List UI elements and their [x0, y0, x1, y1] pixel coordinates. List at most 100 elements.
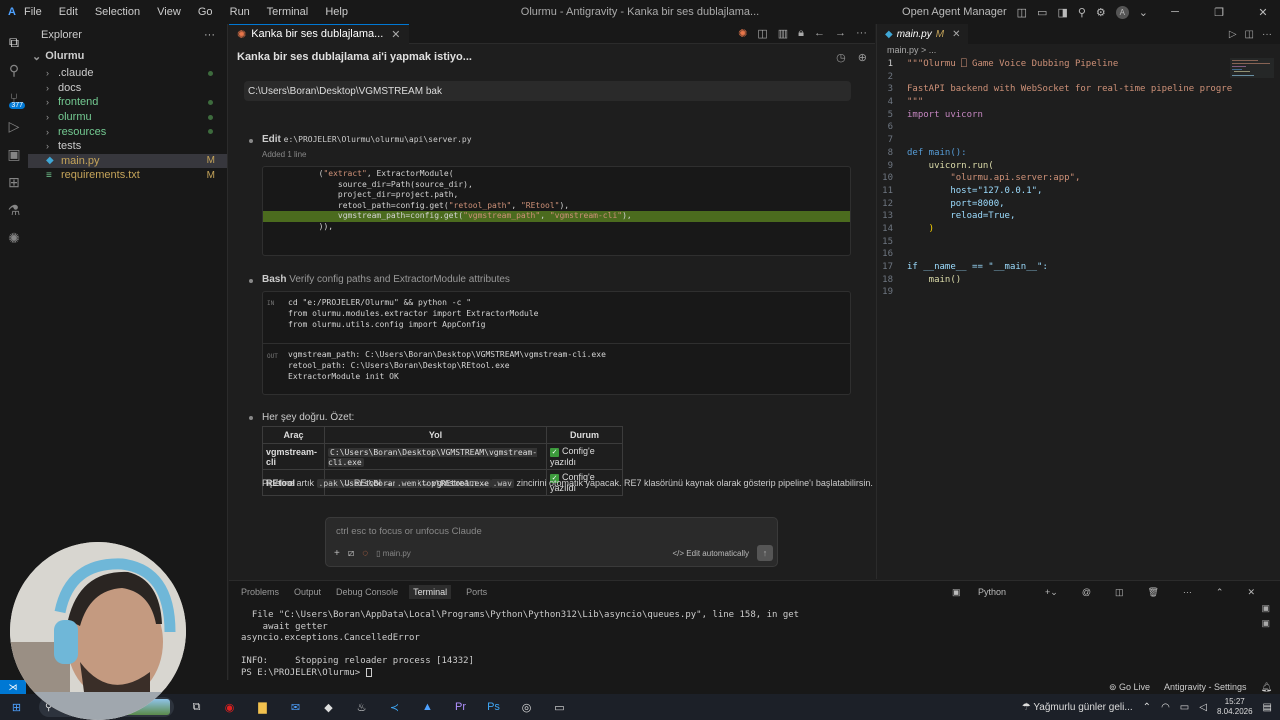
terminal-tab-shell-icon[interactable]: ▣ — [1261, 618, 1270, 629]
clock[interactable]: 15:27 8.04.2026 — [1217, 697, 1253, 717]
edit-file-path[interactable]: e:\PROJELER\Olurmu\olurmu\api\server.py — [284, 135, 472, 144]
split-editor-icon[interactable]: ◫ — [757, 27, 767, 40]
remote-indicator-icon[interactable]: ⋊ — [0, 680, 26, 694]
code-lines[interactable]: 1 """Olurmu ⎕ Game Voice Dubbing Pipeline… — [877, 56, 1280, 299]
more-actions-icon[interactable]: ··· — [1262, 29, 1272, 40]
close-window-button[interactable]: ✕ — [1246, 6, 1280, 19]
terminal-app-icon[interactable]: ▭ — [543, 694, 576, 720]
weather-widget[interactable]: ☂ Yağmurlu günler geli... — [1022, 702, 1133, 713]
maximize-panel-icon[interactable]: ⌃ — [1216, 587, 1224, 598]
notifications-bell-icon[interactable]: 🔔︎ — [1261, 682, 1272, 693]
claude-icon[interactable]: ✺ — [0, 224, 28, 252]
premiere-icon[interactable]: Pr — [444, 694, 477, 720]
new-terminal-icon[interactable]: +⌄ — [1045, 587, 1058, 598]
source-control-icon[interactable]: ⑂ 377 — [0, 84, 28, 112]
minimize-button[interactable]: ─ — [1158, 6, 1192, 18]
split-editor-icon[interactable]: ◫ — [1245, 29, 1254, 40]
sidebar-toggle-icon[interactable]: ◨ — [1057, 6, 1067, 19]
menu-terminal[interactable]: Terminal — [267, 6, 309, 18]
extensions-icon[interactable]: ⊞ — [0, 168, 28, 196]
menu-edit[interactable]: Edit — [59, 6, 78, 18]
claude-icon[interactable]: ✺ — [738, 27, 747, 40]
menu-help[interactable]: Help — [325, 6, 348, 18]
wifi-icon[interactable]: ◠ — [1161, 702, 1170, 713]
menu-selection[interactable]: Selection — [95, 6, 140, 18]
chat-input-placeholder[interactable]: ctrl esc to focus or unfocus Claude — [336, 526, 482, 537]
opera-icon[interactable]: ◉ — [213, 694, 246, 720]
tree-item-resources[interactable]: › resources — [28, 124, 227, 139]
more-actions-icon[interactable]: ··· — [856, 27, 867, 40]
tree-item-docs[interactable]: › docs — [28, 81, 227, 96]
avatar[interactable]: A — [1115, 5, 1129, 19]
windows-start-icon[interactable]: ⊞ — [0, 694, 33, 720]
more-actions-icon[interactable]: ··· — [1183, 587, 1192, 598]
at-icon[interactable]: @ — [1082, 587, 1091, 598]
terminal-shell-selector[interactable]: ▣ Python — [952, 587, 1021, 598]
lock-icon[interactable]: 🔒︎ — [798, 27, 804, 40]
tree-item-claude[interactable]: › .claude — [28, 66, 227, 81]
agent-manager-button[interactable]: Open Agent Manager — [902, 6, 1007, 18]
menu-file[interactable]: File — [24, 6, 42, 18]
chevron-down-icon[interactable]: ⌄ — [1139, 6, 1148, 19]
tab-terminal[interactable]: Terminal — [409, 585, 452, 599]
tree-item-requirements[interactable]: ≡ requirements.txt M — [28, 168, 227, 183]
vscode-icon[interactable]: ≺ — [378, 694, 411, 720]
close-panel-icon[interactable]: ✕ — [1247, 587, 1255, 598]
edit-step-header[interactable]: Edit e:\PROJELER\Olurmu\olurmu\api\serve… — [262, 134, 472, 145]
tree-item-main-py[interactable]: ◆ main.py M — [28, 153, 227, 169]
tab-output[interactable]: Output — [294, 587, 321, 597]
terminal-output[interactable]: File "C:\Users\Boran\AppData\Local\Progr… — [229, 603, 1280, 679]
maximize-button[interactable]: ❐ — [1202, 6, 1236, 19]
tray-chevron-icon[interactable]: ⌃ — [1143, 702, 1151, 713]
close-icon[interactable]: ✕ — [952, 29, 960, 40]
notification-center-icon[interactable]: ▤ — [1263, 702, 1272, 713]
settings-status-item[interactable]: Antigravity - Settings — [1164, 682, 1247, 693]
testing-icon[interactable]: ⚗ — [0, 196, 28, 224]
battery-icon[interactable]: ▭ — [1180, 702, 1189, 713]
file-explorer-icon[interactable]: ▇ — [246, 694, 279, 720]
send-button[interactable]: ↑ — [757, 545, 773, 561]
back-arrow-icon[interactable]: ← — [814, 27, 825, 40]
chat-input-box[interactable]: ctrl esc to focus or unfocus Claude + ⧄ … — [325, 517, 778, 567]
tab-ports[interactable]: Ports — [466, 587, 487, 597]
add-icon[interactable]: + — [334, 548, 340, 559]
menu-view[interactable]: View — [157, 6, 181, 18]
terminal-prompt-line[interactable]: PS E:\PROJELER\Olurmu> — [229, 667, 1280, 680]
remote-explorer-icon[interactable]: ▣ — [0, 140, 28, 168]
history-icon[interactable]: ◷ — [836, 51, 846, 64]
mail-icon[interactable]: ✉ — [279, 694, 312, 720]
settings-gear-icon[interactable]: ⚙ — [1096, 6, 1106, 19]
minimap[interactable] — [1230, 58, 1274, 78]
volume-icon[interactable]: ◁ — [1199, 702, 1207, 713]
terminal-tab-python-icon[interactable]: ▣ — [1261, 603, 1270, 614]
close-icon[interactable]: ✕ — [391, 28, 400, 41]
chat-tab[interactable]: ✺ Kanka bir ses dublajlama... ✕ — [229, 23, 409, 44]
slash-command-icon[interactable]: ⧄ — [348, 548, 354, 559]
run-debug-icon[interactable]: ▷ — [0, 112, 28, 140]
layout-toggle-icon[interactable]: ◫ — [1017, 6, 1027, 19]
tree-item-tests[interactable]: › tests — [28, 139, 227, 154]
obs-icon[interactable]: ◎ — [510, 694, 543, 720]
layout-icon[interactable]: ▥ — [778, 27, 788, 40]
bash-step-header[interactable]: Bash Verify config paths and ExtractorMo… — [262, 274, 510, 285]
split-terminal-icon[interactable]: ◫ — [1115, 587, 1124, 598]
edit-mode-toggle[interactable]: </> Edit automatically — [673, 549, 750, 558]
menu-run[interactable]: Run — [230, 6, 250, 18]
editor-tab-main-py[interactable]: ◆ main.py M ✕ — [877, 24, 969, 44]
search-icon[interactable]: ⚲ — [1078, 6, 1086, 19]
antigravity-icon[interactable]: ▲ — [411, 694, 444, 720]
search-view-icon[interactable]: ⚲ — [0, 56, 28, 84]
epic-games-icon[interactable]: ◆ — [312, 694, 345, 720]
tab-problems[interactable]: Problems — [241, 587, 279, 597]
tree-item-frontend[interactable]: › frontend — [28, 95, 227, 110]
context-file[interactable]: ▯ main.py — [376, 549, 411, 558]
steam-icon[interactable]: ♨ — [345, 694, 378, 720]
go-live-button[interactable]: ⊚ Go Live — [1109, 682, 1150, 693]
tree-item-olurmu[interactable]: › olurmu — [28, 110, 227, 125]
forward-arrow-icon[interactable]: → — [835, 27, 846, 40]
menu-go[interactable]: Go — [198, 6, 213, 18]
explorer-icon[interactable]: ⧉ — [0, 28, 28, 56]
breadcrumb[interactable]: main.py > ... — [877, 44, 1280, 56]
tab-debug-console[interactable]: Debug Console — [336, 587, 398, 597]
workspace-root[interactable]: ⌄ Olurmu — [28, 46, 227, 66]
